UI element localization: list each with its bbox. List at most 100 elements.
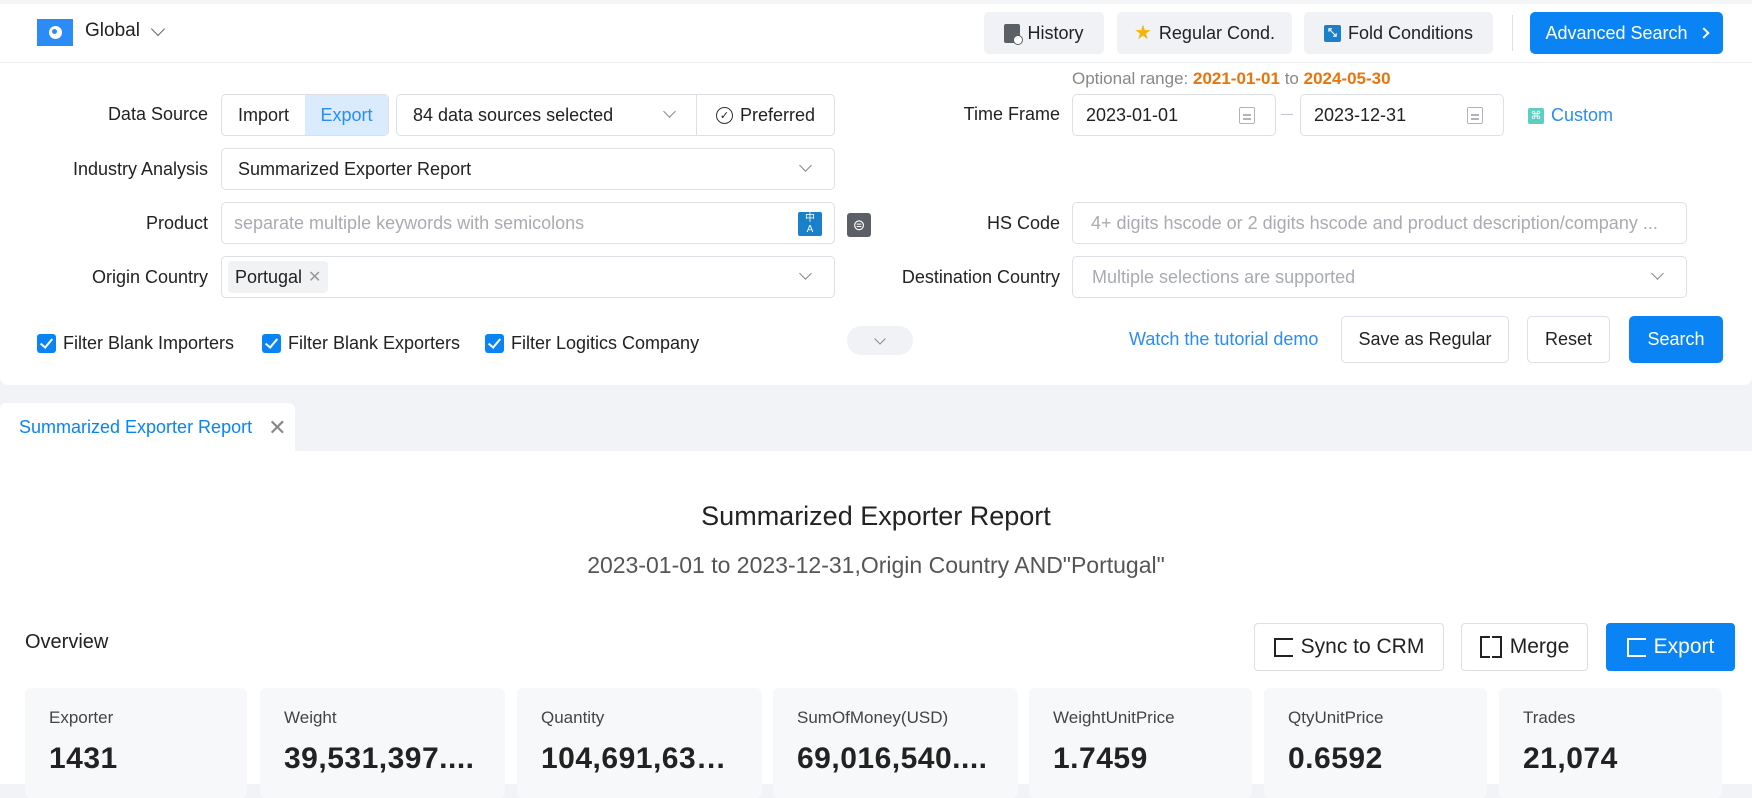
preferred-button[interactable]: ✓ Preferred bbox=[696, 94, 835, 136]
stat-label: Weight bbox=[284, 708, 337, 727]
hs-code-input[interactable]: 4+ digits hscode or 2 digits hscode and … bbox=[1072, 202, 1687, 244]
checkbox-label: Filter Logitics Company bbox=[511, 333, 700, 353]
chevron-right-icon bbox=[1697, 27, 1710, 39]
advanced-search-button[interactable]: Advanced Search bbox=[1530, 12, 1723, 54]
country-tag: Portugal ✕ bbox=[228, 261, 329, 293]
export-option[interactable]: Export bbox=[305, 95, 388, 135]
data-sources-value: 84 data sources selected bbox=[413, 104, 614, 125]
fold-icon: ⤡ bbox=[1323, 24, 1341, 42]
checkbox-checked-icon bbox=[262, 334, 281, 353]
report-subtitle: 2023-01-01 to 2023-12-31,Origin Country … bbox=[587, 552, 1165, 578]
end-date-input[interactable]: 2023-12-31 bbox=[1300, 94, 1504, 136]
filter-panel: Data Source Import Export 84 data source… bbox=[0, 63, 1752, 385]
data-sources-dropdown[interactable]: 84 data sources selected bbox=[396, 94, 697, 136]
industry-analysis-select[interactable]: Summarized Exporter Report bbox=[221, 148, 835, 190]
stat-value: 39,531,397.... bbox=[284, 742, 475, 775]
filter-blank-importers-checkbox[interactable]: Filter Blank Importers bbox=[37, 333, 234, 354]
close-icon[interactable]: ✕ bbox=[268, 416, 286, 439]
data-source-toggle: Import Export bbox=[221, 94, 389, 136]
stat-card-weight-unit-price: WeightUnitPrice 1.7459 bbox=[1029, 688, 1252, 798]
globe-icon[interactable] bbox=[37, 19, 73, 46]
product-label: Product bbox=[145, 213, 208, 233]
destination-country-label: Destination Country bbox=[901, 267, 1060, 287]
stat-value: 21,074 bbox=[1523, 742, 1618, 775]
stat-label: SumOfMoney(USD) bbox=[797, 708, 949, 727]
product-input[interactable]: separate multiple keywords with semicolo… bbox=[221, 202, 835, 244]
report-title: Summarized Exporter Report bbox=[701, 501, 1051, 531]
stat-value: 69,016,540.... bbox=[797, 742, 988, 775]
merge-button[interactable]: Merge bbox=[1461, 623, 1588, 671]
origin-country-select[interactable]: Portugal ✕ bbox=[221, 256, 835, 298]
hs-code-label: HS Code bbox=[986, 213, 1060, 233]
top-strip bbox=[0, 0, 1752, 4]
origin-country-label: Origin Country bbox=[91, 267, 208, 287]
stat-card-quantity: Quantity 104,691,630... bbox=[517, 688, 762, 798]
check-circle-icon: ✓ bbox=[715, 106, 733, 124]
save-as-regular-button[interactable]: Save as Regular bbox=[1341, 316, 1509, 363]
stat-label: Exporter bbox=[49, 708, 114, 727]
start-date-input[interactable]: 2023-01-01 bbox=[1072, 94, 1276, 136]
regular-cond-label: Regular Cond. bbox=[1158, 22, 1275, 43]
calendar-icon bbox=[1467, 107, 1483, 124]
optional-range-start: 2021-01-01 bbox=[1192, 69, 1280, 88]
sync-to-crm-label: Sync to CRM bbox=[1300, 635, 1425, 658]
custom-range-link[interactable]: ⌘ Custom bbox=[1528, 105, 1613, 126]
stat-label: QtyUnitPrice bbox=[1288, 708, 1384, 727]
chevron-down-icon bbox=[874, 332, 886, 345]
stat-card-weight: Weight 39,531,397.... bbox=[260, 688, 505, 798]
stat-card-sum-of-money: SumOfMoney(USD) 69,016,540.... bbox=[773, 688, 1018, 798]
destination-country-placeholder: Multiple selections are supported bbox=[1092, 266, 1356, 287]
remove-tag-icon[interactable]: ✕ bbox=[308, 267, 321, 287]
overview-heading: Overview bbox=[25, 631, 109, 653]
end-date-value: 2023-12-31 bbox=[1314, 104, 1407, 125]
stat-value: 1.7459 bbox=[1053, 742, 1148, 775]
sync-icon bbox=[1273, 637, 1293, 657]
destination-country-select[interactable]: Multiple selections are supported bbox=[1072, 256, 1687, 298]
export-button[interactable]: Export bbox=[1606, 623, 1735, 671]
chevron-down-icon bbox=[799, 159, 812, 172]
divider bbox=[1512, 15, 1513, 51]
checkbox-label: Filter Blank Importers bbox=[63, 333, 235, 353]
stat-card-qty-unit-price: QtyUnitPrice 0.6592 bbox=[1264, 688, 1487, 798]
region-selector[interactable]: Global bbox=[85, 20, 140, 42]
sync-to-crm-button[interactable]: Sync to CRM bbox=[1254, 623, 1444, 671]
report-content: Summarized Exporter Report 2023-01-01 to… bbox=[0, 451, 1752, 798]
preferred-label: Preferred bbox=[739, 104, 816, 125]
advanced-search-label: Advanced Search bbox=[1545, 22, 1688, 43]
import-option[interactable]: Import bbox=[222, 95, 305, 135]
history-button[interactable]: History bbox=[984, 12, 1104, 54]
filter-logistics-company-checkbox[interactable]: Filter Logitics Company bbox=[485, 333, 699, 354]
hs-code-placeholder: 4+ digits hscode or 2 digits hscode and … bbox=[1091, 212, 1658, 233]
expand-filters-button[interactable] bbox=[847, 326, 913, 355]
tutorial-link[interactable]: Watch the tutorial demo bbox=[1129, 329, 1318, 350]
country-tag-label: Portugal bbox=[235, 266, 303, 287]
regular-cond-button[interactable]: ★ Regular Cond. bbox=[1117, 12, 1292, 54]
stat-label: Quantity bbox=[541, 708, 605, 727]
stat-label: Trades bbox=[1523, 708, 1576, 727]
custom-label: Custom bbox=[1551, 105, 1614, 125]
calendar-icon bbox=[1239, 107, 1255, 124]
chevron-down-icon bbox=[663, 105, 676, 118]
stat-card-exporter: Exporter 1431 bbox=[25, 688, 247, 798]
filter-blank-exporters-checkbox[interactable]: Filter Blank Exporters bbox=[262, 333, 460, 354]
reset-button[interactable]: Reset bbox=[1527, 316, 1610, 363]
chevron-down-icon[interactable] bbox=[150, 21, 166, 37]
optional-range-label: Optional range: bbox=[1072, 69, 1189, 88]
history-label: History bbox=[1027, 22, 1084, 43]
chevron-down-icon bbox=[1651, 267, 1664, 280]
tab-summarized-exporter-report[interactable]: Summarized Exporter Report ✕ bbox=[0, 403, 295, 452]
chevron-down-icon bbox=[799, 267, 812, 280]
stat-card-trades: Trades 21,074 bbox=[1499, 688, 1722, 798]
top-bar: Global History ★ Regular Cond. ⤡ Fold Co… bbox=[0, 0, 1752, 63]
data-source-label: Data Source bbox=[107, 104, 208, 124]
fold-conditions-button[interactable]: ⤡ Fold Conditions bbox=[1304, 12, 1493, 54]
industry-analysis-value: Summarized Exporter Report bbox=[238, 158, 472, 179]
stat-value: 1431 bbox=[49, 742, 118, 775]
star-icon: ★ bbox=[1133, 22, 1152, 44]
optional-range-to: to bbox=[1284, 69, 1299, 88]
industry-analysis-label: Industry Analysis bbox=[72, 159, 208, 179]
search-button[interactable]: Search bbox=[1629, 316, 1723, 363]
translate-icon[interactable]: 中A bbox=[798, 212, 822, 236]
merge-label: Merge bbox=[1509, 635, 1570, 658]
product-placeholder: separate multiple keywords with semicolo… bbox=[234, 212, 585, 233]
